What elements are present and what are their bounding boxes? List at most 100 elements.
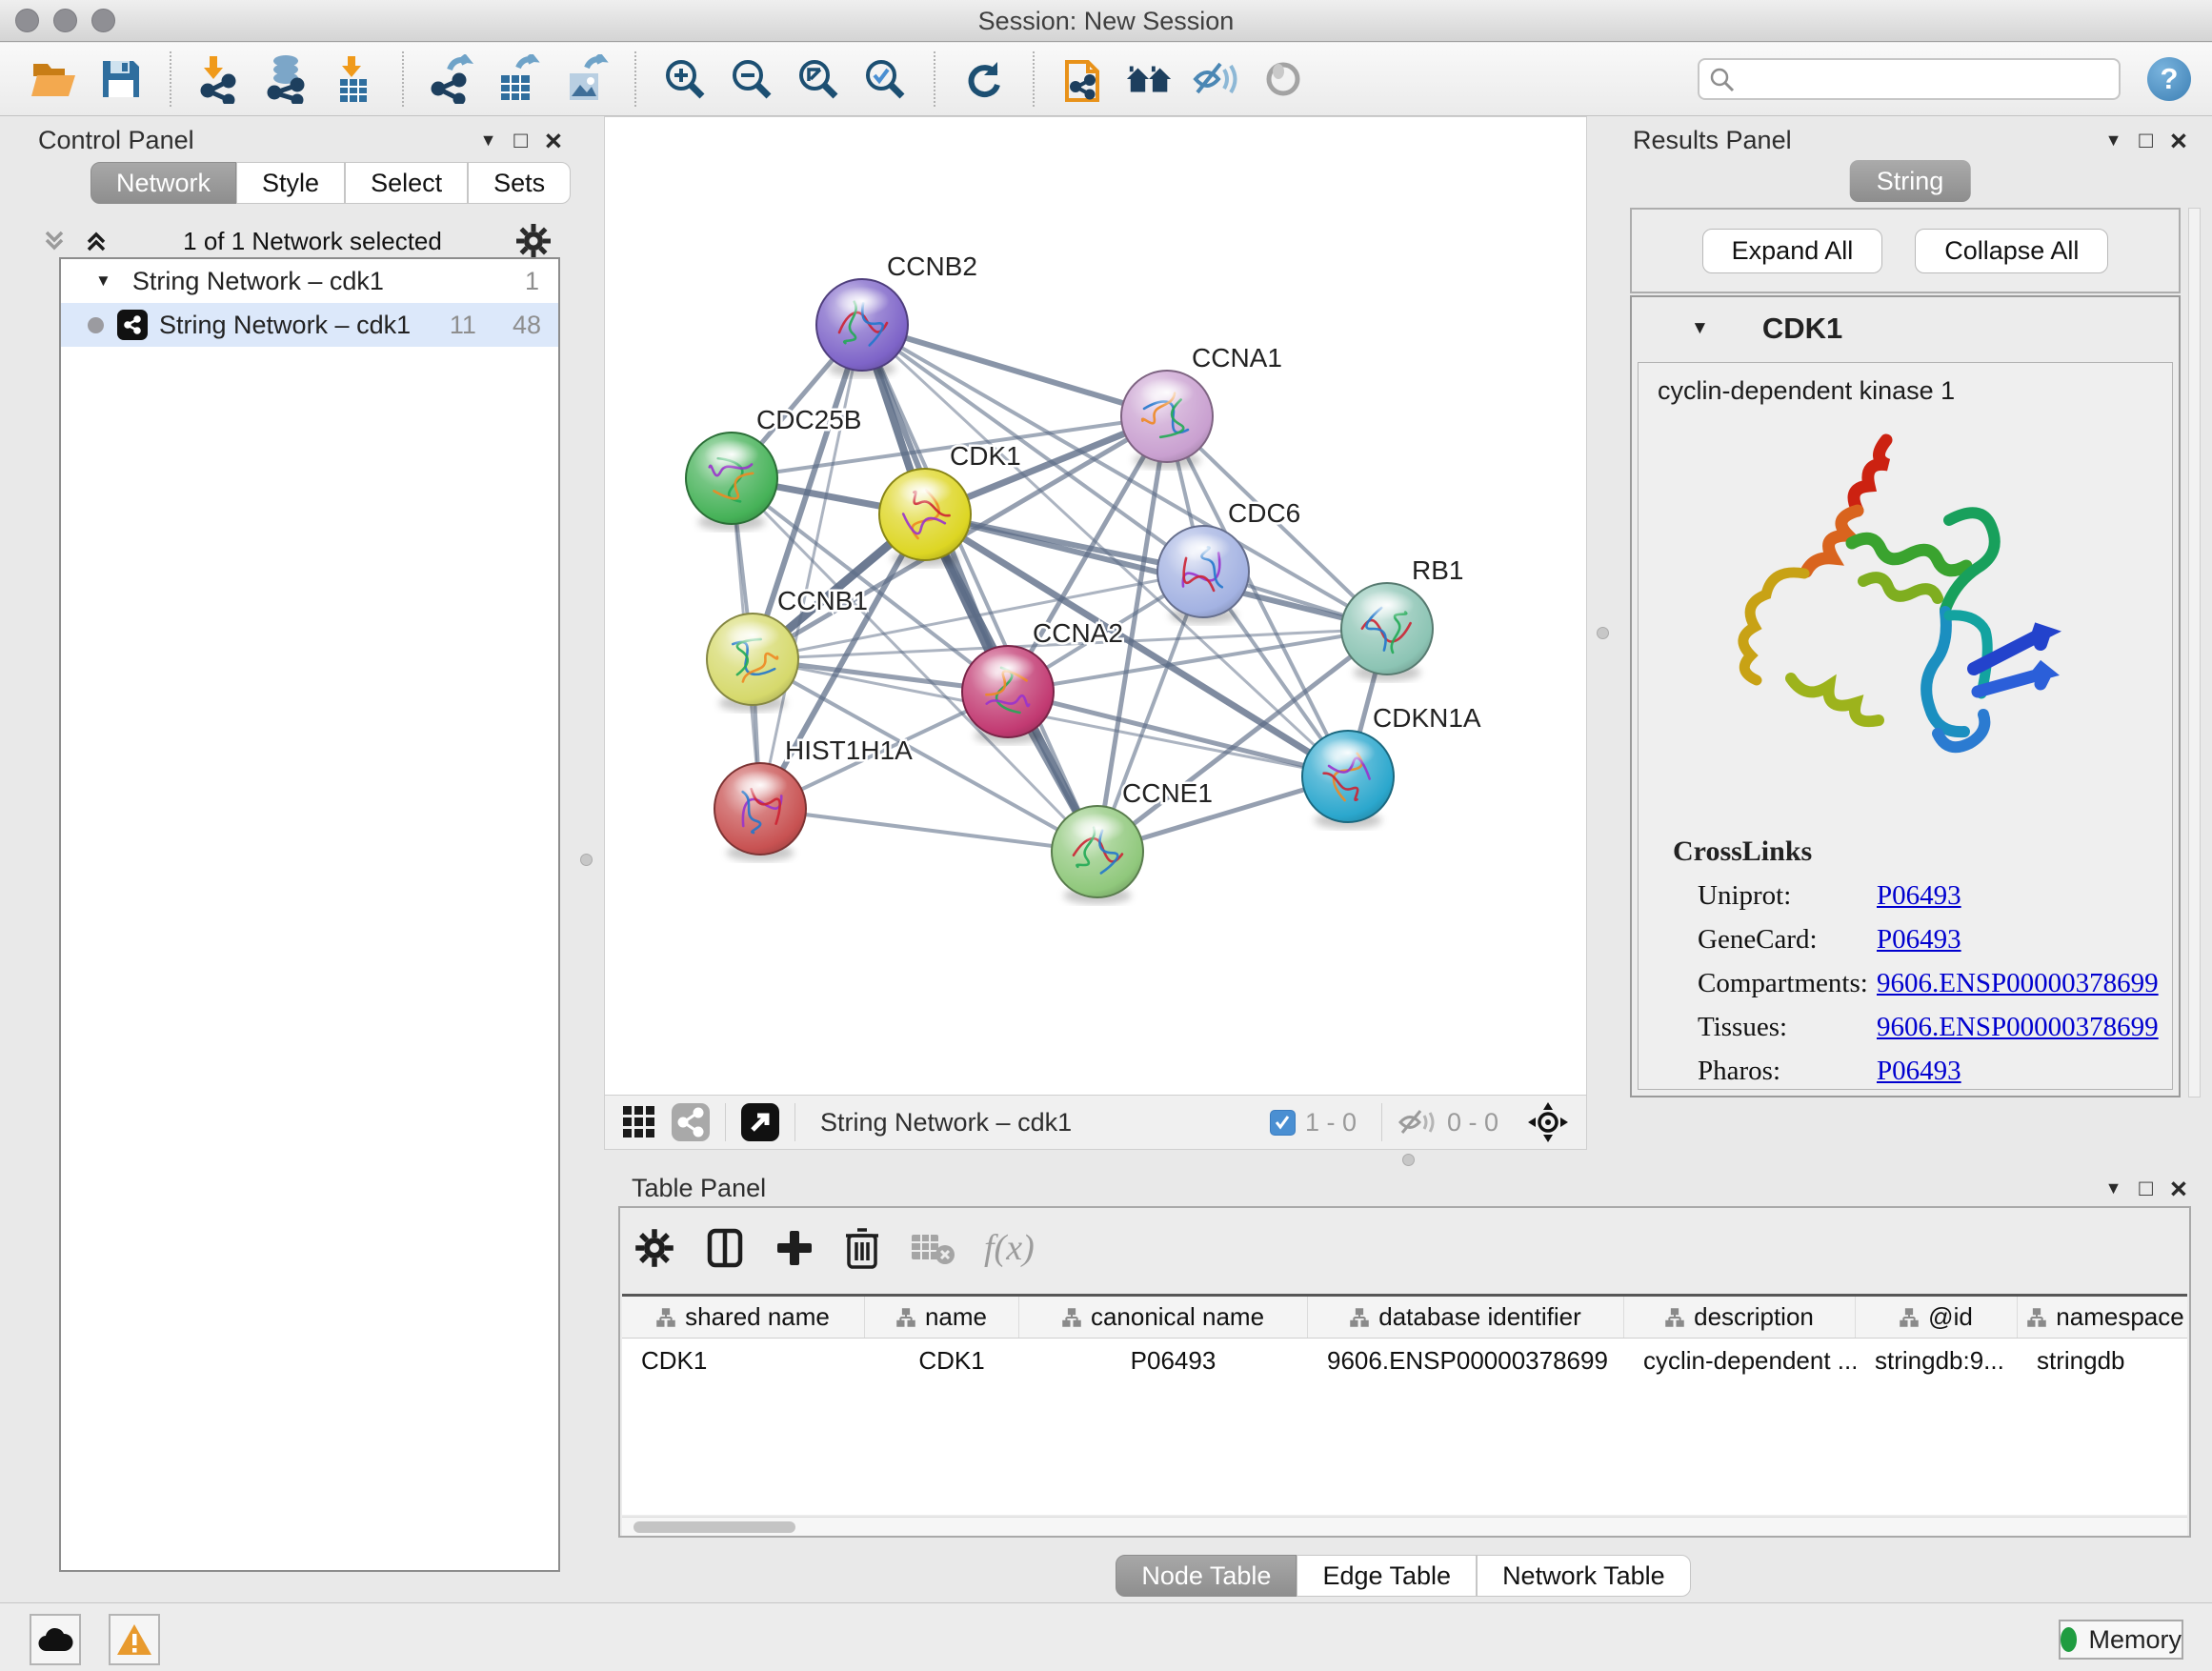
graph-node-HIST1H1A[interactable]: HIST1H1A xyxy=(714,735,913,861)
column-header-shared-name[interactable]: shared name xyxy=(622,1297,865,1338)
network-collection-row[interactable]: ▼ String Network – cdk1 1 xyxy=(61,259,558,303)
column-header-namespace[interactable]: namespace xyxy=(2018,1297,2187,1338)
tab-sets[interactable]: Sets xyxy=(468,162,571,204)
right-splitter[interactable] xyxy=(1587,116,1619,1150)
crosslink-label: Uniprot: xyxy=(1698,880,1877,912)
network-share-icon[interactable] xyxy=(672,1103,710,1141)
show-graphics-icon[interactable] xyxy=(1258,54,1308,104)
results-scrollbar[interactable] xyxy=(2188,208,2201,1097)
export-image-icon[interactable] xyxy=(561,54,611,104)
collapse-all-networks-icon[interactable] xyxy=(82,227,111,255)
table-menu-icon[interactable]: ▼ xyxy=(2105,1178,2122,1198)
help-icon[interactable]: ? xyxy=(2147,57,2191,101)
graph-edge-CCNB2-CCNE1[interactable] xyxy=(862,325,1097,852)
crosslink-row: GeneCard:P06493 xyxy=(1698,924,2172,956)
entry-name: CDK1 xyxy=(1762,312,1842,346)
search-field[interactable] xyxy=(1698,58,2121,100)
result-entry-cdk1: ▼ CDK1 cyclin-dependent kinase 1 xyxy=(1630,295,2181,1097)
add-column-icon[interactable] xyxy=(774,1228,814,1268)
selected-checkbox-icon[interactable] xyxy=(1270,1110,1296,1136)
birdseye-view-icon[interactable] xyxy=(741,1103,779,1141)
graph-edge-HIST1H1A-CCNE1[interactable] xyxy=(760,809,1097,852)
expand-all-networks-icon[interactable] xyxy=(40,227,69,255)
tab-node-table[interactable]: Node Table xyxy=(1116,1555,1297,1597)
hide-graphics-icon[interactable] xyxy=(1192,54,1241,104)
table-float-icon[interactable]: □ xyxy=(2139,1178,2153,1200)
collection-collapse-icon[interactable]: ▼ xyxy=(95,272,111,291)
results-float-icon[interactable]: □ xyxy=(2139,130,2153,152)
memory-button[interactable]: Memory xyxy=(2059,1620,2183,1660)
table-row[interactable]: CDK1CDK1P064939606.ENSP00000378699cyclin… xyxy=(622,1339,2187,1382)
network-row-selected[interactable]: String Network – cdk1 11 48 xyxy=(61,303,558,347)
column-header-database-identifier[interactable]: database identifier xyxy=(1308,1297,1624,1338)
column-header-canonical-name[interactable]: canonical name xyxy=(1019,1297,1308,1338)
destroy-table-icon[interactable] xyxy=(910,1229,955,1267)
crosshair-icon[interactable] xyxy=(1527,1101,1569,1143)
delete-column-icon[interactable] xyxy=(843,1226,881,1270)
panel-float-icon[interactable]: □ xyxy=(513,130,528,152)
tab-edge-table[interactable]: Edge Table xyxy=(1297,1555,1477,1597)
graph-node-CDK1[interactable]: CDK1 xyxy=(879,441,1021,567)
memory-label: Memory xyxy=(2088,1625,2182,1655)
control-panel-tabs: NetworkStyleSelectSets xyxy=(90,162,571,204)
network-view[interactable]: CCNB2CCNA1CDC25BCDK1CDC6RB1CCNB1CCNA2CDK… xyxy=(604,116,1587,1150)
import-network-database-icon[interactable] xyxy=(262,54,312,104)
tab-string[interactable]: String xyxy=(1850,160,1971,202)
function-builder-icon[interactable]: f(x) xyxy=(984,1227,1035,1269)
tab-select[interactable]: Select xyxy=(345,162,468,204)
graph-node-RB1[interactable]: RB1 xyxy=(1341,555,1463,681)
table-gear-icon[interactable] xyxy=(633,1227,675,1269)
export-network-icon[interactable] xyxy=(428,54,477,104)
zoom-in-icon[interactable] xyxy=(660,54,710,104)
column-header-@id[interactable]: @id xyxy=(1856,1297,2018,1338)
cloud-icon[interactable] xyxy=(30,1614,81,1665)
crosslink-link[interactable]: P06493 xyxy=(1877,1056,1961,1087)
open-session-icon[interactable] xyxy=(30,54,79,104)
crosslink-link[interactable]: P06493 xyxy=(1877,880,1961,912)
left-splitter[interactable] xyxy=(572,116,604,1602)
table-close-icon[interactable]: × xyxy=(2170,1177,2187,1201)
column-header-description[interactable]: description xyxy=(1624,1297,1856,1338)
crosslink-link[interactable]: 9606.ENSP00000378699 xyxy=(1877,1012,2159,1043)
graph-node-CDKN1A[interactable]: CDKN1A xyxy=(1302,703,1481,829)
graph-node-CDC6[interactable]: CDC6 xyxy=(1157,498,1300,624)
refresh-icon[interactable] xyxy=(959,54,1009,104)
column-header-name[interactable]: name xyxy=(865,1297,1019,1338)
collapse-all-button[interactable]: Collapse All xyxy=(1915,229,2108,273)
expand-all-button[interactable]: Expand All xyxy=(1702,229,1883,273)
zoom-fit-icon[interactable] xyxy=(794,54,843,104)
export-table-icon[interactable] xyxy=(494,54,544,104)
graph-node-CCNE1[interactable]: CCNE1 xyxy=(1052,778,1213,904)
save-session-icon[interactable] xyxy=(96,54,146,104)
network-list: ▼ String Network – cdk1 1 String Network… xyxy=(59,257,560,1572)
tab-style[interactable]: Style xyxy=(236,162,345,204)
results-menu-icon[interactable]: ▼ xyxy=(2105,131,2122,151)
tab-network[interactable]: Network xyxy=(90,162,236,204)
import-network-icon[interactable] xyxy=(195,54,245,104)
graph-edge-CCNB2-CCNA1[interactable] xyxy=(862,325,1167,416)
show-columns-icon[interactable] xyxy=(704,1227,746,1269)
panel-close-icon[interactable]: × xyxy=(545,129,562,153)
share-document-icon[interactable] xyxy=(1058,54,1108,104)
crosslink-label: Compartments: xyxy=(1698,968,1877,999)
crosslink-link[interactable]: 9606.ENSP00000378699 xyxy=(1877,968,2159,999)
graph-node-CCNB1[interactable]: CCNB1 xyxy=(707,586,868,712)
zoom-out-icon[interactable] xyxy=(727,54,776,104)
grid-view-icon[interactable] xyxy=(622,1105,656,1139)
table-header: shared namenamecanonical namedatabase id… xyxy=(622,1297,2187,1339)
tab-network-table[interactable]: Network Table xyxy=(1477,1555,1691,1597)
string-home-icon[interactable] xyxy=(1125,54,1175,104)
results-close-icon[interactable]: × xyxy=(2170,129,2187,153)
panel-menu-icon[interactable]: ▼ xyxy=(480,131,497,151)
zoom-selected-icon[interactable] xyxy=(860,54,910,104)
entry-collapse-icon[interactable]: ▼ xyxy=(1691,318,1709,339)
import-table-icon[interactable] xyxy=(329,54,378,104)
network-options-gear-icon[interactable] xyxy=(514,222,553,260)
crosslink-link[interactable]: P06493 xyxy=(1877,924,1961,956)
network-canvas[interactable]: CCNB2CCNA1CDC25BCDK1CDC6RB1CCNB1CCNA2CDK… xyxy=(605,117,1586,1095)
warning-icon[interactable] xyxy=(109,1614,160,1665)
network-current-dot xyxy=(88,317,104,333)
table-hscrollbar[interactable] xyxy=(622,1517,2187,1536)
search-input[interactable] xyxy=(1698,58,2121,100)
crosslink-row: Compartments:9606.ENSP00000378699 xyxy=(1698,968,2172,999)
